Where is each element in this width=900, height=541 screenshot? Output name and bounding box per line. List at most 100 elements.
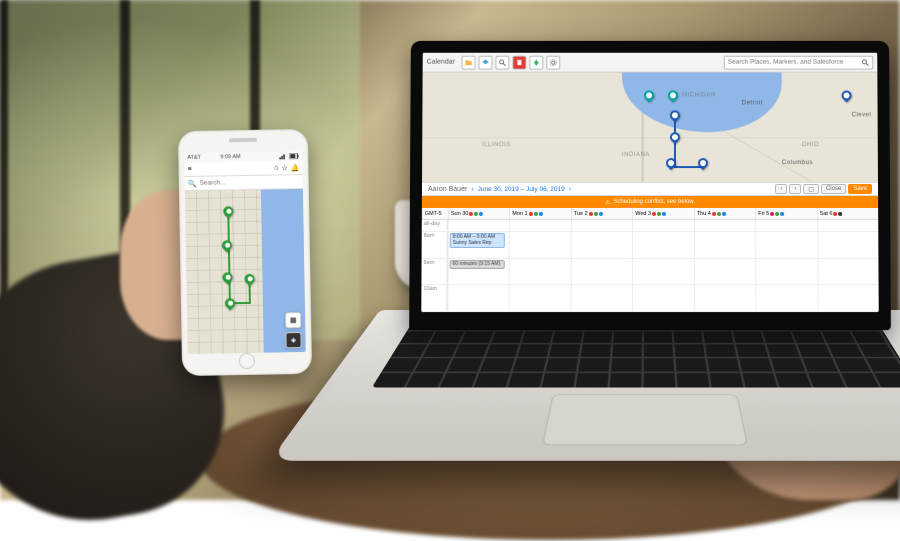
day-header: Sat 6 xyxy=(817,208,879,219)
day-label: Tue 2 xyxy=(574,210,588,216)
day-header: Fri 5 xyxy=(755,208,817,219)
laptop-keyboard-deck xyxy=(270,310,900,461)
city-label-columbus: Columbus xyxy=(782,160,813,166)
range-next[interactable]: › xyxy=(569,185,571,192)
status-icons xyxy=(279,153,299,159)
day-cell[interactable] xyxy=(755,232,817,258)
allday-label: all-day xyxy=(422,220,448,231)
user-name: Aaron Bauer xyxy=(428,185,467,192)
day-cell[interactable] xyxy=(694,285,756,311)
day-cell[interactable] xyxy=(447,285,509,311)
warning-text: Scheduling conflict, see below. xyxy=(613,199,695,205)
calendar-fab[interactable]: ▦ xyxy=(285,312,301,328)
calendar-event[interactable]: 60 minutes (9:15 AM) xyxy=(450,260,506,270)
state-label-illinois: ILLINOIS xyxy=(482,142,511,148)
day-header: Mon 1 xyxy=(509,208,570,219)
day-cell[interactable] xyxy=(571,220,632,231)
event-title: Sunny Sales Rep xyxy=(453,240,503,246)
folder-button[interactable] xyxy=(462,55,476,69)
time-row: 9am 60 minutes (9:15 AM) xyxy=(421,259,878,286)
day-cell[interactable] xyxy=(755,285,817,311)
clock-label: 9:09 AM xyxy=(220,154,240,160)
state-label-michigan: MICHIGAN xyxy=(682,92,716,98)
settings-button[interactable] xyxy=(547,55,561,69)
day-header: Tue 2 xyxy=(571,208,632,219)
day-cell[interactable]: 60 minutes (9:15 AM) xyxy=(448,259,510,285)
time-label: 9am xyxy=(421,259,447,285)
day-label: Wed 3 xyxy=(635,210,651,216)
calendar-icon: ▦ xyxy=(290,316,297,324)
route-segment xyxy=(674,166,702,168)
day-cell[interactable] xyxy=(817,232,879,258)
day-cell[interactable] xyxy=(817,259,879,285)
save-button[interactable]: Save xyxy=(848,184,872,194)
time-row: 8am 8:00 AM – 9:00 AM Sunny Sales Rep xyxy=(422,232,879,259)
day-cell[interactable] xyxy=(509,285,571,311)
smartphone: AT&T 9:09 AM ≡ ⌂ ☆ 🔔 🔍 xyxy=(178,129,312,376)
signal-icon xyxy=(279,153,287,159)
home-icon[interactable]: ⌂ xyxy=(274,164,278,171)
range-prev[interactable]: ‹ xyxy=(471,185,473,192)
day-cell[interactable] xyxy=(632,259,694,285)
day-cell[interactable] xyxy=(694,259,756,285)
battery-icon xyxy=(289,153,299,159)
day-cell[interactable] xyxy=(509,232,571,258)
day-cell[interactable] xyxy=(817,220,879,231)
city-label-cleveland: Clevel xyxy=(852,112,872,118)
laptop: Calendar ILLINOIS INDIANA OHIO MIC xyxy=(380,40,900,480)
city-label-detroit: Detroit xyxy=(742,100,763,106)
conflict-warning-bar: ⚠ Scheduling conflict, see below. xyxy=(422,196,878,208)
phone-screen: AT&T 9:09 AM ≡ ⌂ ☆ 🔔 🔍 xyxy=(184,151,305,354)
day-cell[interactable] xyxy=(448,220,510,231)
calendar-body: 8am 8:00 AM – 9:00 AM Sunny Sales Rep xyxy=(421,232,878,312)
cal-next-button[interactable]: › xyxy=(789,184,801,194)
day-cell[interactable] xyxy=(632,220,693,231)
app-title: Calendar xyxy=(427,59,455,66)
day-cell[interactable] xyxy=(694,220,756,231)
day-cell[interactable] xyxy=(571,232,633,258)
day-cell[interactable] xyxy=(571,259,633,285)
phone-map[interactable]: ▦ ◈ xyxy=(185,189,306,354)
day-header: Thu 4 xyxy=(694,208,755,219)
bell-icon[interactable]: 🔔 xyxy=(291,164,300,172)
marker-button[interactable] xyxy=(530,55,544,69)
search-button[interactable] xyxy=(496,55,510,69)
delete-button[interactable] xyxy=(513,55,527,69)
cal-prev-button[interactable]: ‹ xyxy=(775,184,787,194)
global-search[interactable] xyxy=(724,55,874,69)
time-label: 10am xyxy=(421,285,447,311)
calendar-event[interactable]: 8:00 AM – 9:00 AM Sunny Sales Rep xyxy=(450,233,506,248)
phone-search-input[interactable] xyxy=(199,178,299,187)
day-cell[interactable] xyxy=(632,285,694,311)
day-label: Mon 1 xyxy=(512,210,527,216)
locate-fab[interactable]: ◈ xyxy=(285,332,301,348)
day-cell[interactable] xyxy=(755,220,817,231)
day-header: Wed 3 xyxy=(632,208,693,219)
day-cell[interactable] xyxy=(694,232,756,258)
cal-today-button[interactable]: ▢ xyxy=(803,184,819,194)
star-icon[interactable]: ☆ xyxy=(281,164,287,172)
day-cell[interactable] xyxy=(509,259,571,285)
time-label: 8am xyxy=(422,232,448,258)
day-cell[interactable] xyxy=(817,285,879,311)
day-cell[interactable] xyxy=(509,220,571,231)
day-cell[interactable] xyxy=(755,259,817,285)
search-icon: 🔍 xyxy=(188,179,197,187)
carrier-label: AT&T xyxy=(187,155,201,161)
app-toolbar: Calendar xyxy=(423,53,878,73)
laptop-trackpad[interactable] xyxy=(542,394,748,445)
date-range-text[interactable]: June 30, 2019 – July 06, 2019 xyxy=(478,185,565,192)
phone-lake xyxy=(261,189,306,353)
map-panel[interactable]: ILLINOIS INDIANA OHIO MICHIGAN Detroit C… xyxy=(422,73,878,182)
day-cell[interactable]: 8:00 AM – 9:00 AM Sunny Sales Rep xyxy=(448,232,510,258)
layers-button[interactable] xyxy=(479,55,493,69)
global-search-input[interactable] xyxy=(728,59,862,66)
range-controls: ‹ › ▢ Close Save xyxy=(775,184,872,194)
day-label: Sun 30 xyxy=(451,210,468,216)
day-cell[interactable] xyxy=(632,232,694,258)
allday-row: all-day xyxy=(422,220,879,232)
close-button[interactable]: Close xyxy=(821,184,846,194)
calendar-header: GMT-5 Sun 30 Mon 1 Tue 2 Wed 3 Thu 4 Fri… xyxy=(422,208,878,220)
menu-icon[interactable]: ≡ xyxy=(187,166,191,173)
day-cell[interactable] xyxy=(571,285,633,311)
